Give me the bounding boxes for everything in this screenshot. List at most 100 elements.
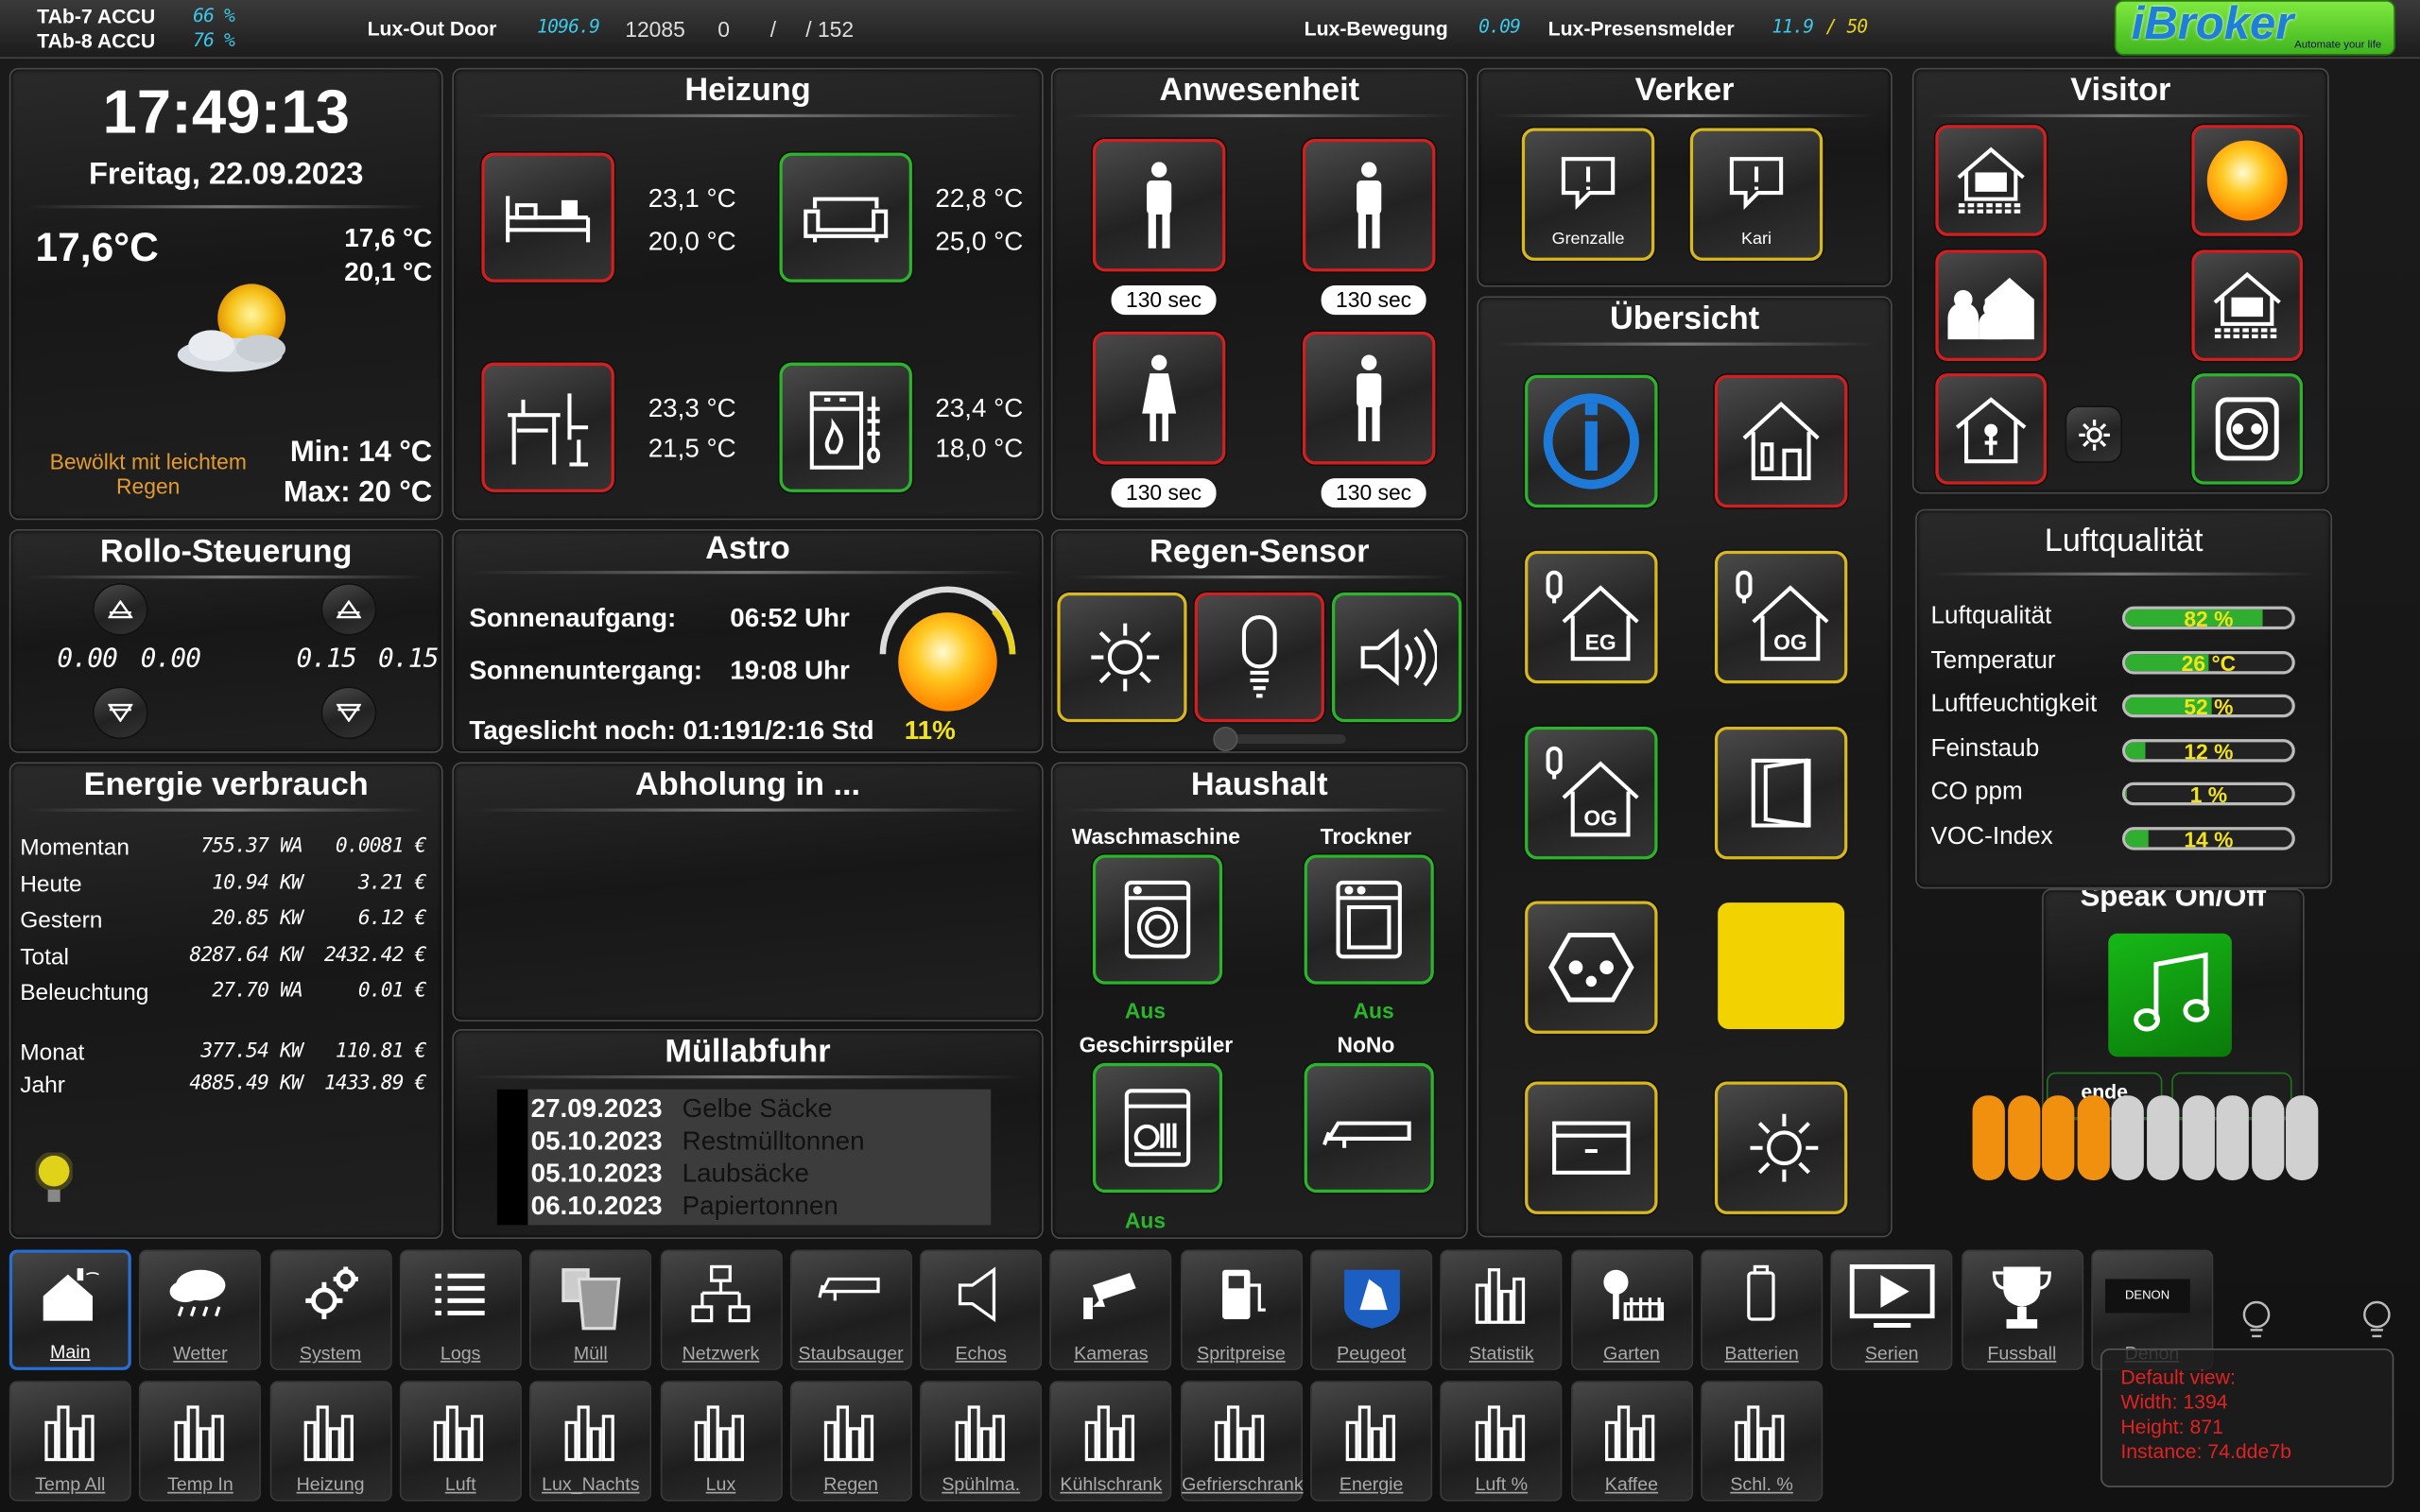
nav-fussball-button[interactable]: Fussball: [1961, 1249, 2083, 1370]
muell-panel: Müllabfuhr 27.09.2023 Gelbe Säcke 05.10.20…: [452, 1029, 1044, 1240]
geschirrspueler-button[interactable]: [1092, 1062, 1223, 1194]
visitor-sun-button[interactable]: [2191, 125, 2303, 236]
visitor-og2-button[interactable]: [2191, 249, 2303, 362]
person-4-button[interactable]: [1302, 332, 1436, 465]
nav-spritpreise-button[interactable]: Spritpreise: [1180, 1249, 1303, 1370]
sun-sensor-icon: [1091, 623, 1160, 692]
bedroom-heating-button[interactable]: [481, 152, 614, 283]
eg-text: EG: [1585, 629, 1616, 654]
rain-slider[interactable]: [1213, 727, 1346, 752]
light-sensor-button[interactable]: [1714, 1081, 1848, 1214]
volume-segment[interactable]: [2216, 1095, 2250, 1181]
volume-segment[interactable]: [2251, 1095, 2285, 1181]
volume-segment[interactable]: [2077, 1095, 2110, 1181]
socket-button[interactable]: [1525, 901, 1658, 1034]
denon-logo: DENON: [2104, 1279, 2190, 1314]
anwesenheit-panel: Anwesenheit 130 sec 130 sec 130 sec 130 …: [1050, 67, 1468, 521]
visitor-settings-button[interactable]: [2066, 407, 2121, 462]
nav-chart-button[interactable]: Spühlma.: [920, 1381, 1043, 1502]
nav-chart-button[interactable]: Temp In: [139, 1381, 262, 1502]
livingroom-heating-button[interactable]: [779, 152, 912, 283]
person-2-button[interactable]: [1302, 138, 1436, 272]
nav-echos-button[interactable]: Echos: [920, 1249, 1043, 1370]
visitor-og-button[interactable]: [1935, 125, 2047, 236]
nav-batterien-button[interactable]: Batterien: [1701, 1249, 1824, 1370]
nav-muell-button[interactable]: Müll: [529, 1249, 652, 1370]
luft-bar: 1 %: [2121, 782, 2295, 806]
visitor-family-button[interactable]: [1935, 249, 2047, 362]
nav-chart-button[interactable]: Luft: [399, 1381, 522, 1502]
nav-chart-button[interactable]: Regen: [789, 1381, 912, 1502]
volume-segment[interactable]: [1972, 1095, 2005, 1181]
trockner-button[interactable]: [1304, 854, 1434, 985]
volume-segment[interactable]: [2007, 1095, 2040, 1181]
nav-kameras-button[interactable]: Kameras: [1049, 1249, 1172, 1370]
nav-chart-button[interactable]: Kaffee: [1570, 1381, 1693, 1502]
rollo-right-up-button[interactable]: [322, 584, 375, 635]
top-bar: [0, 0, 2420, 60]
volume-segment[interactable]: [2147, 1095, 2180, 1181]
nav-chart-button[interactable]: Lux: [659, 1381, 782, 1502]
nav-chart-button[interactable]: Kühlschrank: [1049, 1381, 1172, 1502]
yellow-status-button[interactable]: [1718, 902, 1845, 1030]
energie-cost: 2432.42 €: [323, 943, 426, 967]
rain-sun-button[interactable]: [1057, 592, 1187, 723]
nono-button[interactable]: [1304, 1062, 1434, 1194]
energie-label: Total: [20, 943, 69, 971]
nav-staubsauger-button[interactable]: Staubsauger: [789, 1249, 912, 1370]
rollo-right-down-button[interactable]: [322, 688, 375, 738]
waschmaschine-button[interactable]: [1092, 854, 1223, 985]
nav-main-button[interactable]: Main: [9, 1249, 131, 1370]
bed-icon: [506, 196, 591, 243]
luft-bar: 82 %: [2121, 606, 2295, 630]
rollo-left-up-button[interactable]: [94, 584, 147, 635]
kari-button[interactable]: Kari: [1689, 128, 1824, 261]
nav-chart-button[interactable]: Temp All: [9, 1381, 131, 1502]
sunrise-value: 06:52 Uhr: [730, 603, 850, 633]
rain-bulb-button[interactable]: [1194, 592, 1324, 723]
view-info-box: Default view: Width: 1394 Height: 871 In…: [2100, 1348, 2394, 1487]
regen-title: Regen-Sensor: [1150, 533, 1370, 570]
box-button[interactable]: [1525, 1081, 1658, 1214]
og2-button[interactable]: OG: [1525, 727, 1658, 860]
nav-chart-button[interactable]: Heizung: [269, 1381, 392, 1502]
nav-system-button[interactable]: System: [269, 1249, 392, 1370]
person-3-button[interactable]: [1092, 332, 1226, 465]
person-1-button[interactable]: [1092, 138, 1226, 272]
eg-button[interactable]: EG: [1525, 550, 1658, 684]
nav-chart-button[interactable]: Schl. %: [1701, 1381, 1824, 1502]
iobroker-button[interactable]: [1525, 374, 1658, 508]
rollo-left-down-button[interactable]: [94, 688, 147, 738]
nav-chart-button[interactable]: Energie: [1310, 1381, 1433, 1502]
house-thermometer-button[interactable]: [1714, 374, 1848, 508]
nav-serien-button[interactable]: Serien: [1830, 1249, 1953, 1370]
nav-chart-button[interactable]: Luft %: [1440, 1381, 1563, 1502]
volume-segment[interactable]: [2286, 1095, 2319, 1181]
nav-garten-button[interactable]: Garten: [1570, 1249, 1693, 1370]
nav-netzwerk-button[interactable]: Netzwerk: [659, 1249, 782, 1370]
nav-peugeot-button[interactable]: Peugeot: [1310, 1249, 1433, 1370]
rain-speaker-button[interactable]: [1332, 592, 1462, 723]
nav-label: Lux: [705, 1473, 736, 1496]
indoor-temp-2: 20,1 °C: [344, 257, 433, 287]
nav-statistik-button[interactable]: Statistik: [1440, 1249, 1563, 1370]
grenzalle-button[interactable]: Grenzalle: [1521, 128, 1655, 261]
nav-wetter-button[interactable]: Wetter: [139, 1249, 262, 1370]
nav-chart-button[interactable]: Gefrierschrank: [1180, 1381, 1304, 1502]
nav-chart-button[interactable]: Lux_Nachts: [529, 1381, 652, 1502]
speak-toggle-button[interactable]: [2108, 933, 2232, 1057]
boiler-heating-button[interactable]: [779, 362, 912, 492]
volume-segment[interactable]: [2112, 1095, 2145, 1181]
office-heating-button[interactable]: [481, 362, 614, 492]
gear-icon: [2078, 419, 2110, 450]
visitor-house-person-button[interactable]: [1935, 373, 2047, 485]
door-button[interactable]: [1714, 727, 1848, 860]
volume-segment[interactable]: [2181, 1095, 2215, 1181]
volume-segment[interactable]: [2042, 1095, 2075, 1181]
luftqualitaet-panel: Luftqualität Luftqualität 82 % Temperatur 2…: [1915, 508, 2333, 889]
og-button[interactable]: OG: [1714, 550, 1848, 684]
visitor-socket-button[interactable]: [2191, 373, 2303, 485]
temp-min: Min: 14 °C: [289, 437, 433, 470]
nav-logs-button[interactable]: Logs: [399, 1249, 522, 1370]
volume-slider[interactable]: [1972, 1095, 2322, 1181]
